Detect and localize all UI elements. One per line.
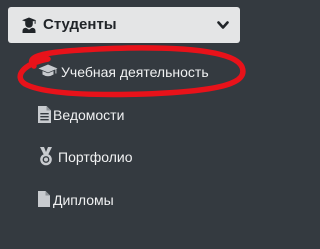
sidebar-item-diplomas[interactable]: Дипломы (0, 185, 266, 213)
sidebar-section-label: Студенты (43, 16, 117, 33)
chevron-down-icon (217, 21, 229, 29)
sidebar: Студенты Учебная деятельность Ведомости (0, 0, 266, 249)
sidebar-section-students[interactable]: Студенты (8, 7, 240, 43)
document-list-icon (38, 106, 51, 123)
sidebar-item-academic-activity[interactable]: Учебная деятельность (0, 58, 266, 86)
medal-icon (40, 147, 52, 166)
file-icon (38, 191, 50, 207)
sidebar-item-label: Портфолио (58, 149, 133, 165)
sidebar-item-label: Ведомости (53, 107, 125, 123)
sidebar-item-label: Учебная деятельность (61, 64, 209, 80)
sidebar-item-statements[interactable]: Ведомости (0, 100, 266, 128)
graduation-cap-icon (38, 64, 58, 77)
user-graduate-icon (22, 17, 36, 33)
sidebar-item-label: Дипломы (53, 192, 114, 208)
sidebar-item-portfolio[interactable]: Портфолио (0, 142, 266, 170)
